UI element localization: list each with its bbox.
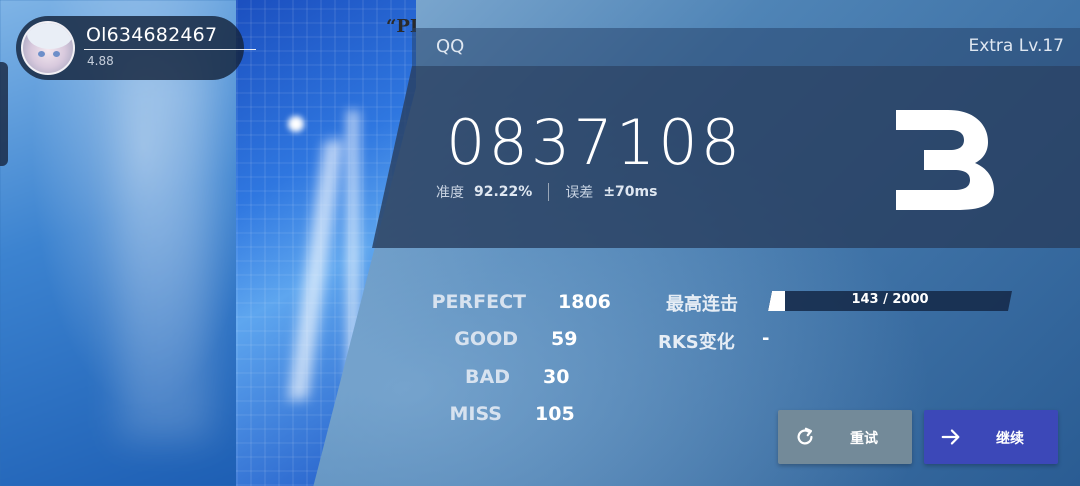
- max-combo-text: 143 / 2000: [851, 292, 929, 307]
- grade-b-icon: [896, 110, 994, 210]
- perfect-value: 1806: [558, 291, 611, 313]
- continue-label: 继续: [996, 431, 1024, 447]
- error-label: 误差: [565, 185, 594, 201]
- miss-label: MISS: [449, 403, 503, 425]
- player-name: Ol634682467: [86, 24, 218, 46]
- player-badge[interactable]: Ol634682467 4.88: [16, 16, 256, 80]
- error-value: ±70ms: [603, 184, 658, 200]
- metric-row: 准度 92.22% 误差 ±70ms: [436, 182, 657, 202]
- rks-change-value: -: [762, 328, 770, 349]
- song-difficulty: Extra Lv.17: [968, 36, 1064, 56]
- good-value: 59: [551, 328, 578, 350]
- song-info-bar: QQ Extra Lv.17: [412, 28, 1080, 66]
- accuracy-label: 准度: [436, 185, 464, 201]
- good-label: GOOD: [454, 328, 518, 350]
- player-rks: 4.88: [87, 54, 114, 68]
- accuracy-value: 92.22%: [474, 184, 533, 200]
- song-title: QQ: [436, 36, 465, 57]
- perfect-label: PERFECT: [431, 291, 526, 313]
- avatar[interactable]: [21, 21, 75, 75]
- rks-change-label: RKS变化: [658, 332, 735, 353]
- retry-button[interactable]: 重试: [778, 410, 912, 464]
- max-combo-label: 最高连击: [666, 294, 738, 315]
- retry-label: 重试: [850, 431, 878, 447]
- divider: [548, 183, 550, 201]
- continue-button[interactable]: 继续: [924, 410, 1058, 464]
- divider: [84, 49, 256, 50]
- bad-value: 30: [543, 366, 570, 388]
- retry-icon: [797, 427, 813, 445]
- score-value: 0837108: [446, 106, 744, 179]
- miss-value: 105: [535, 403, 575, 425]
- max-combo-bar: 143 / 2000: [768, 291, 1012, 311]
- side-tab[interactable]: [0, 62, 8, 166]
- bad-label: BAD: [465, 366, 510, 388]
- arrow-right-icon: [941, 429, 960, 445]
